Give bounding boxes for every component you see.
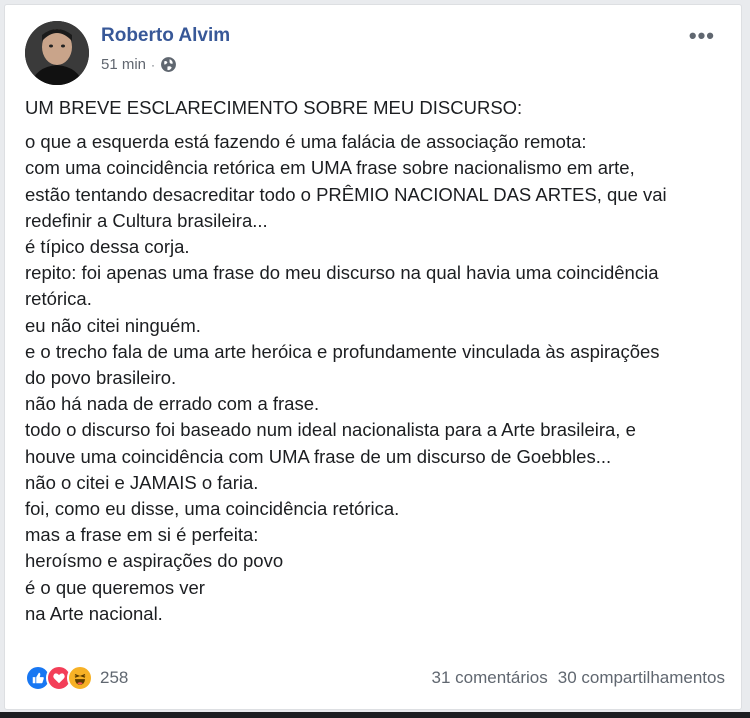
bottom-border	[0, 712, 750, 718]
post-line: é o que queremos ver	[25, 576, 205, 598]
author-name[interactable]: Roberto Alvim	[101, 25, 230, 47]
post-meta: 51 min ·	[101, 56, 177, 73]
post-line: do povo brasileiro.	[25, 367, 177, 389]
post-card: Roberto Alvim 51 min · ••• UM BREVE ESCL…	[4, 4, 742, 710]
post-header: Roberto Alvim 51 min · •••	[25, 21, 725, 85]
post-footer: 258 31 comentários 30 compartilhamentos	[25, 663, 725, 693]
post-line: estão tentando desacreditar todo o PRÊMI…	[25, 183, 667, 205]
post-line: redefinir a Cultura brasileira...	[25, 209, 268, 231]
post-line: com uma coincidência retórica em UMA fra…	[25, 157, 635, 179]
post-line: não há nada de errado com a frase.	[25, 393, 320, 415]
globe-icon	[160, 56, 177, 73]
more-options-button[interactable]: •••	[689, 25, 715, 47]
post-body: UM BREVE ESCLARECIMENTO SOBRE MEU DISCUR…	[25, 95, 731, 627]
post-stats: 31 comentários 30 compartilhamentos	[432, 668, 726, 688]
post-line: na Arte nacional.	[25, 602, 163, 624]
post-line: heroísmo e aspirações do povo	[25, 550, 284, 572]
reactions-summary[interactable]	[25, 665, 93, 691]
post-line: eu não citei ninguém.	[25, 314, 201, 336]
post-line: mas a frase em si é perfeita:	[25, 524, 259, 546]
shares-link[interactable]: 30 compartilhamentos	[558, 668, 725, 688]
post-line: o que a esquerda está fazendo é uma falá…	[25, 131, 587, 153]
post-line: não o citei e JAMAIS o faria.	[25, 471, 259, 493]
post-line: houve uma coincidência com UMA frase de …	[25, 445, 612, 467]
reaction-count[interactable]: 258	[100, 668, 128, 688]
post-time[interactable]: 51 min	[101, 56, 146, 73]
time-separator: ·	[151, 57, 156, 72]
post-line: repito: foi apenas uma frase do meu disc…	[25, 262, 659, 284]
comments-link[interactable]: 31 comentários	[432, 668, 548, 688]
post-line: é típico dessa corja.	[25, 236, 190, 258]
post-title: UM BREVE ESCLARECIMENTO SOBRE MEU DISCUR…	[25, 97, 523, 118]
post-line: e o trecho fala de uma arte heróica e pr…	[25, 340, 660, 362]
haha-icon	[67, 665, 93, 691]
author-avatar[interactable]	[25, 21, 89, 85]
post-line: retórica.	[25, 288, 92, 310]
post-line: todo o discurso foi baseado num ideal na…	[25, 419, 636, 441]
post-line: foi, como eu disse, uma coincidência ret…	[25, 498, 400, 520]
